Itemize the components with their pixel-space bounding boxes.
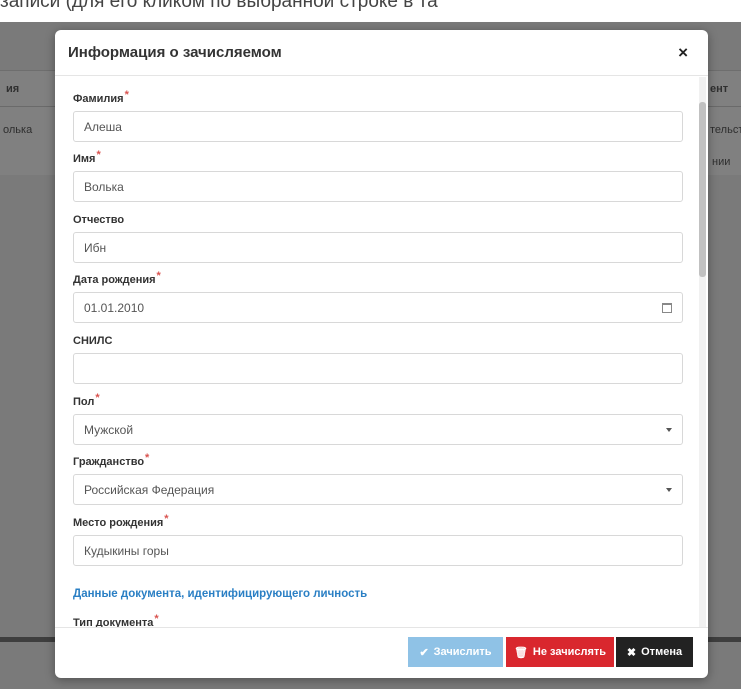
snils-input[interactable] <box>73 353 683 384</box>
field-gender: Пол* Мужской <box>73 392 683 445</box>
background-table-header: ия <box>6 83 20 95</box>
required-mark: * <box>95 392 100 404</box>
patronymic-input[interactable]: Ибн <box>73 232 683 263</box>
field-label: Имя <box>73 153 96 165</box>
scrollbar-thumb[interactable] <box>699 102 706 277</box>
background-table-header: ент <box>710 83 729 95</box>
close-icon[interactable]: × <box>678 44 688 61</box>
required-mark: * <box>96 149 101 161</box>
cancel-button[interactable]: ✖ Отмена <box>616 637 693 667</box>
section-title-identity-document: Данные документа, идентифицирующего личн… <box>73 588 368 600</box>
background-table-cell: олька <box>3 124 33 136</box>
background-table-cell: тельст <box>710 124 741 136</box>
enrollee-info-modal: Информация о зачисляемом × Фамилия* Алеш… <box>55 30 708 678</box>
citizenship-select[interactable]: Российская Федерация <box>73 474 683 505</box>
field-doc-type: Тип документа* <box>73 613 683 627</box>
gender-select[interactable]: Мужской <box>73 414 683 445</box>
modal-title: Информация о зачисляемом <box>68 44 282 61</box>
field-citizenship: Гражданство* Российская Федерация <box>73 452 683 505</box>
required-mark: * <box>154 613 159 625</box>
field-label: Тип документа <box>73 617 154 627</box>
modal-header: Информация о зачисляемом × <box>55 30 708 76</box>
first-name-input[interactable]: Волька <box>73 171 683 202</box>
field-last-name: Фамилия* Алеша <box>73 89 683 142</box>
field-first-name: Имя* Волька <box>73 149 683 202</box>
modal-footer: ✔ Зачислить 🗑 Не зачислять ✖ Отмена <box>55 627 708 678</box>
field-patronymic: Отчество Ибн <box>73 214 683 263</box>
chevron-down-icon[interactable] <box>666 427 672 432</box>
field-label: Пол <box>73 396 95 408</box>
birth-place-input[interactable]: Кудыкины горы <box>73 535 683 566</box>
required-mark: * <box>164 513 169 525</box>
close-icon: ✖ <box>626 646 637 659</box>
check-icon: ✔ <box>419 646 429 659</box>
field-birth-place: Место рождения* Кудыкины горы <box>73 513 683 566</box>
background-table-cell: нии <box>712 156 731 168</box>
birth-date-input[interactable]: 01.01.2010 <box>73 292 683 323</box>
field-label: СНИЛС <box>73 335 113 347</box>
background-caption: записи (для его кликом по выбранной стро… <box>0 0 438 12</box>
required-mark: * <box>145 452 150 464</box>
field-birth-date: Дата рождения* 01.01.2010 <box>73 270 683 323</box>
trash-icon: 🗑 <box>513 646 528 659</box>
required-mark: * <box>124 89 129 101</box>
field-label: Место рождения <box>73 517 164 529</box>
field-label: Дата рождения <box>73 274 156 286</box>
reject-button[interactable]: 🗑 Не зачислять <box>506 637 614 667</box>
enroll-button[interactable]: ✔ Зачислить <box>408 637 503 667</box>
field-snils: СНИЛС <box>73 335 683 384</box>
field-label: Отчество <box>73 214 125 226</box>
field-label: Гражданство <box>73 456 145 468</box>
field-label: Фамилия <box>73 93 124 105</box>
last-name-input[interactable]: Алеша <box>73 111 683 142</box>
modal-body[interactable]: Фамилия* Алеша Имя* Волька Отчество Ибн … <box>55 77 708 627</box>
required-mark: * <box>156 270 161 282</box>
calendar-icon[interactable] <box>662 302 672 313</box>
chevron-down-icon[interactable] <box>666 487 672 492</box>
